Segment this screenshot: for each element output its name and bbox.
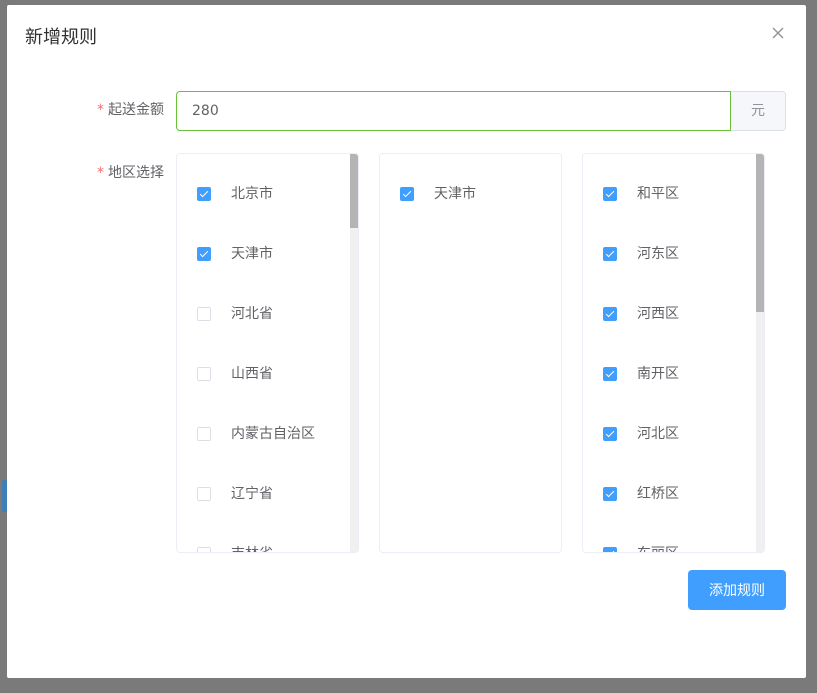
province-item[interactable]: 北京市: [177, 184, 337, 204]
amount-input-group: 元: [176, 91, 786, 131]
province-item[interactable]: 天津市: [177, 244, 337, 264]
checkbox[interactable]: [197, 547, 211, 552]
scroll-thumb[interactable]: [350, 154, 358, 228]
checkbox[interactable]: [603, 427, 617, 441]
district-item[interactable]: 南开区: [583, 364, 743, 384]
amount-unit: 元: [731, 91, 786, 131]
district-item[interactable]: 东丽区: [583, 544, 743, 552]
checkbox[interactable]: [197, 367, 211, 381]
city-list: 天津市: [379, 153, 562, 553]
checkbox[interactable]: [603, 187, 617, 201]
district-item[interactable]: 河东区: [583, 244, 743, 264]
scroll-thumb[interactable]: [756, 154, 764, 312]
district-label: 和平区: [637, 186, 679, 202]
province-label: 天津市: [231, 246, 273, 262]
province-item[interactable]: 内蒙古自治区: [177, 424, 337, 444]
province-item[interactable]: 辽宁省: [177, 484, 337, 504]
amount-label-text: 起送金额: [108, 102, 164, 118]
province-item[interactable]: 山西省: [177, 364, 337, 384]
province-scrollbar[interactable]: [350, 154, 358, 552]
region-label: * 地区选择: [4, 163, 164, 183]
district-label: 东丽区: [637, 544, 679, 552]
district-label: 河西区: [637, 306, 679, 322]
city-item[interactable]: 天津市: [380, 184, 540, 204]
checkbox[interactable]: [603, 367, 617, 381]
checkbox[interactable]: [197, 487, 211, 501]
district-scrollbar[interactable]: [756, 154, 764, 552]
close-icon: [772, 27, 784, 39]
district-item[interactable]: 红桥区: [583, 484, 743, 504]
checkbox[interactable]: [603, 307, 617, 321]
close-button[interactable]: [769, 24, 787, 42]
province-label: 辽宁省: [231, 486, 273, 502]
district-item[interactable]: 河北区: [583, 424, 743, 444]
checkbox[interactable]: [197, 427, 211, 441]
district-label: 河东区: [637, 246, 679, 262]
checkbox[interactable]: [197, 187, 211, 201]
province-label: 北京市: [231, 186, 273, 202]
checkbox[interactable]: [603, 487, 617, 501]
province-label: 内蒙古自治区: [231, 426, 315, 442]
province-label: 河北省: [231, 306, 273, 322]
checkbox[interactable]: [603, 547, 617, 552]
required-mark: *: [97, 102, 104, 118]
province-label: 吉林省: [231, 544, 273, 552]
district-label: 河北区: [637, 426, 679, 442]
province-item[interactable]: 吉林省: [177, 544, 337, 552]
checkbox[interactable]: [197, 247, 211, 261]
district-item[interactable]: 河西区: [583, 304, 743, 324]
province-list: 北京市 天津市 河北省 山西省 内蒙古自治区 辽宁省 吉林省: [176, 153, 359, 553]
dialog-title: 新增规则: [25, 27, 97, 48]
amount-label: * 起送金额: [4, 100, 164, 120]
district-list: 和平区 河东区 河西区 南开区 河北区 红桥区 东丽区: [582, 153, 765, 553]
checkbox[interactable]: [400, 187, 414, 201]
add-rule-dialog: 新增规则 *起送金额 元 *地区选择 北京市 天津市 河北省 山西省 内蒙古自治…: [7, 5, 806, 678]
checkbox[interactable]: [197, 307, 211, 321]
province-item[interactable]: 河北省: [177, 304, 337, 324]
add-rule-button[interactable]: 添加规则: [688, 570, 786, 610]
district-item[interactable]: 和平区: [583, 184, 743, 204]
province-label: 山西省: [231, 366, 273, 382]
district-label: 南开区: [637, 366, 679, 382]
city-label: 天津市: [434, 186, 476, 202]
region-label-text: 地区选择: [108, 165, 164, 181]
amount-input[interactable]: [176, 91, 731, 131]
checkbox[interactable]: [603, 247, 617, 261]
district-label: 红桥区: [637, 486, 679, 502]
required-mark: *: [97, 165, 104, 181]
